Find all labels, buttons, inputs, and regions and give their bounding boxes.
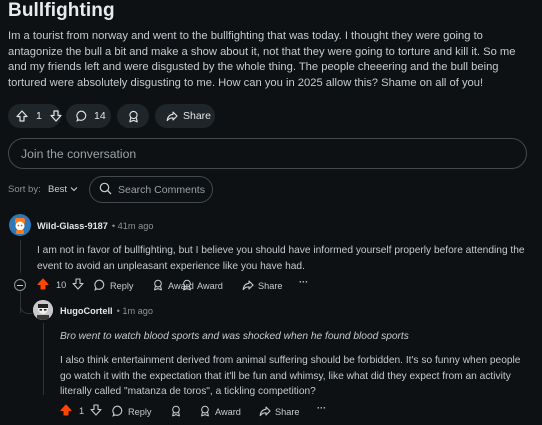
share-icon [166,110,178,122]
avatar[interactable] [33,300,53,320]
share-button[interactable]: Share [242,279,283,293]
upvote-icon[interactable] [16,110,28,122]
award-icon [152,279,164,293]
post-vote-bar: 1 [8,104,62,128]
award-button[interactable] [117,104,149,128]
sort-value: Best [48,184,68,195]
comment-header: Wild-Glass-9187 • 41m ago [37,221,153,231]
thread-line [43,323,44,395]
comment-time: • 41m ago [111,221,154,231]
comment-header: HugoCortell • 1m ago [60,306,153,316]
sort-dropdown[interactable]: Best [48,184,78,195]
reply-label: Reply [128,407,152,417]
share-icon [259,405,271,419]
avatar[interactable] [9,214,31,236]
comments-count: 14 [94,110,106,122]
downvote-icon[interactable] [72,278,84,292]
award-button[interactable] [170,405,182,419]
share-button[interactable]: Share [259,405,300,419]
more-options-button[interactable]: ··· [317,403,326,413]
comment-vote-bar: 1 [60,404,102,418]
search-icon [99,182,112,198]
comment-vote-bar: 10 [37,278,84,292]
sort-label: Sort by: [8,184,41,195]
reply-icon [94,279,106,293]
reply-button[interactable]: Reply [94,279,134,293]
search-placeholder: Search Comments [118,183,205,196]
comment-vote-count: 1 [79,406,85,416]
comment-composer[interactable]: Join the conversation [8,138,527,169]
upvote-icon[interactable] [60,404,72,418]
collapse-icon[interactable] [14,279,26,291]
composer-placeholder: Join the conversation [21,146,137,161]
comment-author[interactable]: Wild-Glass-9187 [37,221,108,231]
share-label: Share [275,407,300,417]
search-comments-input[interactable]: Search Comments [89,176,213,203]
thread-line [20,240,21,273]
post-body: Im a tourist from norway and went to the… [8,30,516,89]
comment-time: • 1m ago [116,306,153,316]
share-icon [242,279,254,293]
award-label: Award [197,281,223,291]
comment-text: I am not in favor of bullfighting, but I… [37,245,525,272]
comments-button[interactable]: 14 [66,104,111,128]
comment-icon [76,110,88,122]
award-icon [181,279,193,293]
reply-button[interactable]: Reply [112,405,152,419]
post-vote-count: 1 [36,110,42,122]
post-share-button[interactable]: Share [155,104,215,128]
downvote-icon[interactable] [90,404,102,418]
chevron-down-icon [70,184,78,195]
share-label: Share [183,110,212,122]
post-title: Bullfighting [8,0,115,21]
more-options-button[interactable]: ··· [299,277,308,287]
award-label: Award [215,407,241,417]
upvote-icon[interactable] [37,278,49,292]
award-button-2[interactable]: Award [199,405,241,419]
award-icon [127,110,140,123]
downvote-icon[interactable] [50,110,62,122]
comment-author[interactable]: HugoCortell [60,306,113,316]
award-icon [170,405,182,419]
award-icon [199,405,211,419]
comment-text: I also think entertainment derived from … [60,355,521,397]
share-label: Share [258,281,283,291]
comment-vote-count: 10 [56,280,67,290]
award-button-2[interactable]: Award [181,279,223,293]
thread-connector [20,300,32,314]
reply-label: Reply [110,281,134,291]
reply-icon [112,405,124,419]
comment-quote: Bro went to watch blood sports and was s… [60,331,409,342]
